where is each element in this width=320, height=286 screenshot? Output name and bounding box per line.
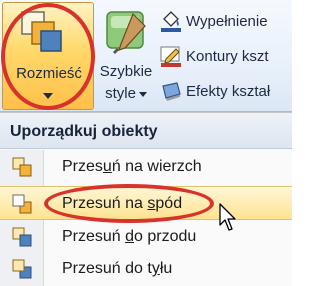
menu-item-label: Przesuń do tyłu [62,260,173,277]
send-backward-icon [12,259,32,279]
menu-item-label: Przesuń na wierzch [62,158,202,175]
highlight-oval-send-to-back [44,184,214,223]
menu-item-bring-forward[interactable]: Przesuń do przodu [0,220,292,254]
highlight-oval-arrange [1,3,95,110]
send-to-back-icon [12,194,32,214]
shape-fill-button[interactable]: Wypełnienie [160,8,268,34]
menu-item-send-backward[interactable]: Przesuń do tyłu [0,252,292,286]
quick-styles-button[interactable]: Szybkie style [95,2,157,110]
bring-forward-icon [12,227,32,247]
paint-bucket-icon [161,11,181,32]
chevron-down-icon [138,91,147,97]
pencil-icon [160,46,181,67]
shape-outline-button[interactable]: Kontury kszt [160,43,269,69]
quick-styles-label-2: style [95,86,157,101]
shape-fill-label: Wypełnienie [186,12,268,30]
menu-item-bring-to-front[interactable]: Przesuń na wierzch [0,150,292,184]
menu-header: Uporządkuj obiekty [0,113,292,149]
menu-item-label: Przesuń do przodu [62,228,197,245]
bring-to-front-icon [12,157,32,177]
quick-styles-label: Szybkie [99,63,153,80]
shape-outline-label: Kontury kszt [186,47,269,65]
paintbrush-icon [106,11,146,54]
shape-effects-icon [162,82,181,101]
mouse-cursor-icon [219,203,236,231]
shape-effects-label: Efekty kształ [186,82,271,100]
shape-effects-button[interactable]: Efekty kształ [160,78,270,104]
